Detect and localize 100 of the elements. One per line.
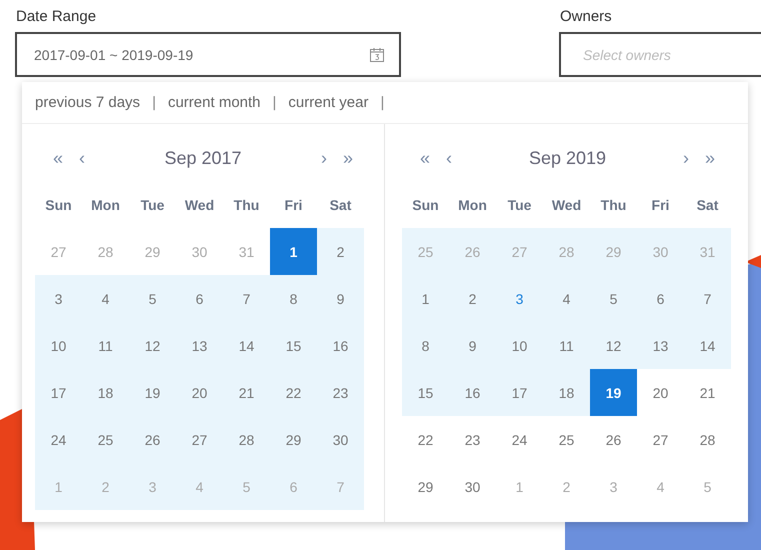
day-cell[interactable]: 29 <box>129 228 176 275</box>
day-cell[interactable]: 6 <box>637 275 684 322</box>
day-cell[interactable]: 28 <box>223 416 270 463</box>
day-cell[interactable]: 5 <box>684 463 731 510</box>
day-cell[interactable]: 18 <box>543 369 590 416</box>
day-cell[interactable]: 2 <box>317 228 364 275</box>
day-cell[interactable]: 4 <box>82 275 129 322</box>
previous-month-button[interactable]: ‹ <box>438 148 460 169</box>
day-cell[interactable]: 29 <box>590 228 637 275</box>
day-cell[interactable]: 9 <box>449 322 496 369</box>
day-cell[interactable]: 19 <box>129 369 176 416</box>
day-cell[interactable]: 2 <box>82 463 129 510</box>
next-month-button[interactable]: › <box>312 148 335 169</box>
day-cell[interactable]: 5 <box>223 463 270 510</box>
day-cell[interactable]: 30 <box>449 463 496 510</box>
day-cell[interactable]: 21 <box>684 369 731 416</box>
owners-field[interactable]: Select owners <box>559 32 761 77</box>
day-cell[interactable]: 27 <box>35 228 82 275</box>
day-cell[interactable]: 24 <box>35 416 82 463</box>
day-cell[interactable]: 3 <box>35 275 82 322</box>
day-cell[interactable]: 27 <box>496 228 543 275</box>
day-cell[interactable]: 13 <box>176 322 223 369</box>
day-cell[interactable]: 25 <box>543 416 590 463</box>
day-cell[interactable]: 5 <box>590 275 637 322</box>
day-cell[interactable]: 10 <box>35 322 82 369</box>
day-cell[interactable]: 30 <box>637 228 684 275</box>
date-range-field[interactable]: 2017-09-01 ~ 2019-09-19 <box>15 32 401 77</box>
day-cell[interactable]: 9 <box>317 275 364 322</box>
day-cell[interactable]: 24 <box>496 416 543 463</box>
day-cell[interactable]: 3 <box>129 463 176 510</box>
day-cell[interactable]: 15 <box>270 322 317 369</box>
day-cell[interactable]: 7 <box>684 275 731 322</box>
month-title: Sep 2017 <box>163 148 243 169</box>
day-cell[interactable]: 16 <box>449 369 496 416</box>
day-cell[interactable]: 15 <box>402 369 449 416</box>
day-cell[interactable]: 11 <box>82 322 129 369</box>
previous-month-button[interactable]: ‹ <box>71 148 94 169</box>
quick-range-link[interactable]: current month <box>168 94 261 111</box>
day-cell[interactable]: 1 <box>35 463 82 510</box>
day-cell[interactable]: 1 <box>496 463 543 510</box>
separator: | <box>380 94 384 111</box>
day-cell[interactable]: 17 <box>496 369 543 416</box>
next-year-button[interactable]: » <box>334 148 361 169</box>
next-month-button[interactable]: › <box>674 148 697 169</box>
day-cell[interactable]: 22 <box>402 416 449 463</box>
day-cell[interactable]: 3 <box>590 463 637 510</box>
quick-range-link[interactable]: previous 7 days <box>35 94 140 111</box>
day-cell[interactable]: 10 <box>496 322 543 369</box>
next-year-button[interactable]: » <box>696 148 723 169</box>
day-cell[interactable]: 29 <box>402 463 449 510</box>
day-cell[interactable]: 22 <box>270 369 317 416</box>
day-cell[interactable]: 28 <box>543 228 590 275</box>
day-cell[interactable]: 4 <box>176 463 223 510</box>
day-cell[interactable]: 4 <box>543 275 590 322</box>
day-cell[interactable]: 14 <box>684 322 731 369</box>
weekday-label: Sun <box>44 196 73 214</box>
day-cell[interactable]: 4 <box>637 463 684 510</box>
day-cell[interactable]: 20 <box>637 369 684 416</box>
day-cell[interactable]: 25 <box>82 416 129 463</box>
day-cell[interactable]: 26 <box>449 228 496 275</box>
day-cell[interactable]: 23 <box>449 416 496 463</box>
day-cell[interactable]: 21 <box>223 369 270 416</box>
day-cell[interactable]: 13 <box>637 322 684 369</box>
day-cell[interactable]: 16 <box>317 322 364 369</box>
day-cell[interactable]: 7 <box>317 463 364 510</box>
day-cell[interactable]: 8 <box>402 322 449 369</box>
quick-range-link[interactable]: current year <box>288 94 368 111</box>
day-cell[interactable]: 26 <box>129 416 176 463</box>
day-cell[interactable]: 30 <box>317 416 364 463</box>
day-cell[interactable]: 31 <box>684 228 731 275</box>
day-cell[interactable]: 18 <box>82 369 129 416</box>
day-cell[interactable]: 1 <box>402 275 449 322</box>
day-cell[interactable]: 3 <box>496 275 543 322</box>
day-cell[interactable]: 26 <box>590 416 637 463</box>
day-cell[interactable]: 20 <box>176 369 223 416</box>
day-cell[interactable]: 6 <box>270 463 317 510</box>
day-cell[interactable]: 14 <box>223 322 270 369</box>
day-cell[interactable]: 11 <box>543 322 590 369</box>
day-cell[interactable]: 6 <box>176 275 223 322</box>
day-cell[interactable]: 29 <box>270 416 317 463</box>
day-cell[interactable]: 5 <box>129 275 176 322</box>
day-cell[interactable]: 7 <box>223 275 270 322</box>
day-cell[interactable]: 25 <box>402 228 449 275</box>
day-cell[interactable]: 27 <box>176 416 223 463</box>
day-cell[interactable]: 12 <box>129 322 176 369</box>
day-cell[interactable]: 1 <box>270 228 317 275</box>
day-cell[interactable]: 2 <box>449 275 496 322</box>
day-cell[interactable]: 12 <box>590 322 637 369</box>
day-cell[interactable]: 23 <box>317 369 364 416</box>
day-cell[interactable]: 27 <box>637 416 684 463</box>
day-cell[interactable]: 31 <box>223 228 270 275</box>
day-cell[interactable]: 28 <box>684 416 731 463</box>
day-cell[interactable]: 30 <box>176 228 223 275</box>
day-cell[interactable]: 17 <box>35 369 82 416</box>
previous-year-button[interactable]: « <box>412 148 438 169</box>
day-cell[interactable]: 28 <box>82 228 129 275</box>
day-cell[interactable]: 2 <box>543 463 590 510</box>
day-cell[interactable]: 19 <box>590 369 637 416</box>
previous-year-button[interactable]: « <box>45 148 72 169</box>
day-cell[interactable]: 8 <box>270 275 317 322</box>
